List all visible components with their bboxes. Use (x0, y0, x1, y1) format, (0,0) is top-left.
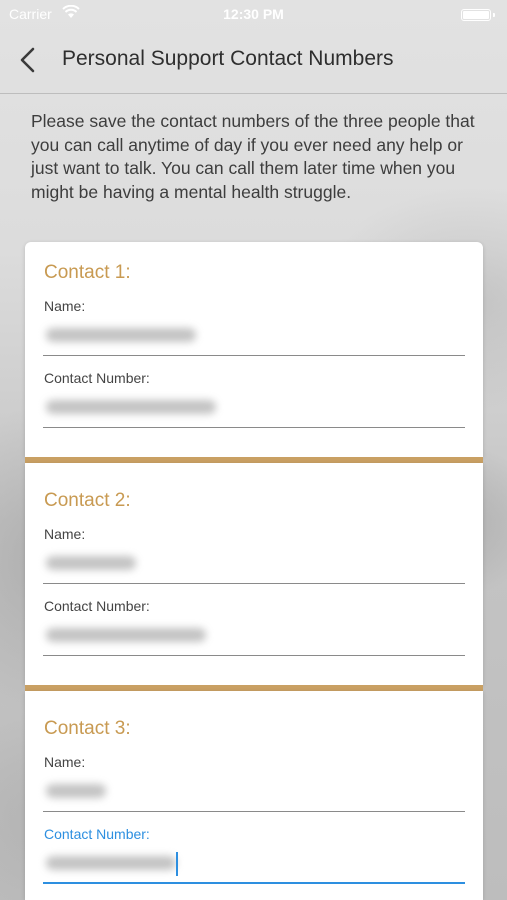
navigation-bar: Personal Support Contact Numbers (0, 30, 507, 94)
name-label: Name: (44, 526, 86, 542)
chevron-left-icon (20, 47, 35, 73)
redacted-text (46, 784, 106, 798)
intro-text: Please save the contact numbers of the t… (31, 111, 475, 202)
page-title: Personal Support Contact Numbers (62, 47, 394, 70)
redacted-text (46, 628, 206, 642)
redacted-text (46, 856, 176, 870)
name-label: Name: (44, 298, 86, 314)
contact-2-name-input[interactable] (43, 548, 465, 584)
contact-number-label: Contact Number: (44, 598, 150, 614)
status-bar: Carrier 12:30 PM (0, 0, 507, 30)
contact-3-name-input[interactable] (43, 776, 465, 812)
contact-card-1: Contact 1: Name: Contact Number: (25, 242, 483, 457)
redacted-text (46, 556, 136, 570)
battery-icon (461, 9, 495, 21)
contact-number-label: Contact Number: (44, 826, 150, 842)
contact-number-label: Contact Number: (44, 370, 150, 386)
redacted-text (46, 400, 216, 414)
contact-heading: Contact 2: (44, 490, 131, 511)
contact-card-2: Contact 2: Name: Contact Number: (25, 463, 483, 685)
contact-3-number-input[interactable] (43, 848, 465, 884)
contact-card-3: Contact 3: Name: Contact Number: (25, 691, 483, 900)
contact-heading: Contact 1: (44, 262, 131, 283)
back-button[interactable] (14, 44, 44, 76)
redacted-text (46, 328, 196, 342)
clock: 12:30 PM (223, 6, 284, 22)
contact-1-name-input[interactable] (43, 320, 465, 356)
contact-2-number-input[interactable] (43, 620, 465, 656)
contact-heading: Contact 3: (44, 718, 131, 739)
contact-1-number-input[interactable] (43, 392, 465, 428)
name-label: Name: (44, 754, 86, 770)
text-cursor (176, 852, 178, 876)
